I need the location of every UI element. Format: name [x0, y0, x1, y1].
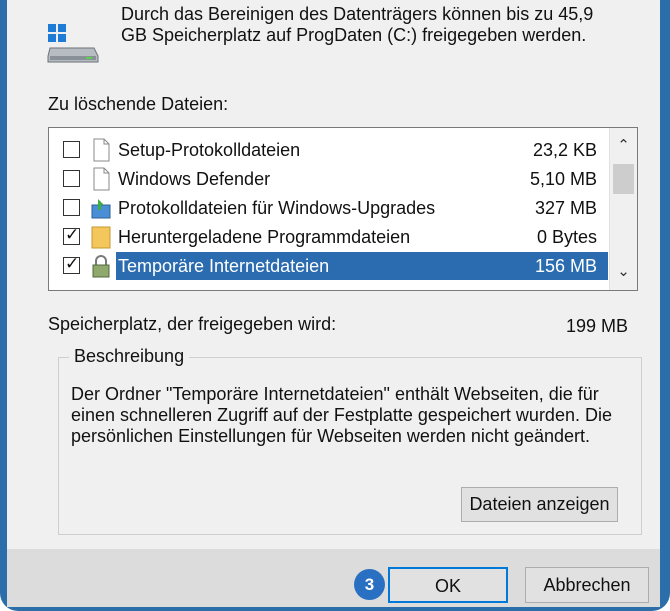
list-item[interactable]: ✓ Heruntergeladene Programmdateien 0 Byt…	[49, 223, 611, 252]
file-name: Windows Defender	[118, 169, 271, 189]
checkbox[interactable]: ✓	[63, 254, 80, 274]
ok-button[interactable]: OK	[388, 567, 508, 603]
upgrade-log-icon	[91, 199, 111, 219]
checkbox[interactable]	[63, 141, 80, 158]
folder-icon	[91, 226, 111, 249]
list-scrollbar[interactable]: ⌃ ⌄	[609, 128, 637, 290]
list-item[interactable]: Setup-Protokolldateien 23,2 KB	[49, 136, 611, 165]
document-icon	[93, 138, 110, 162]
lock-icon	[92, 255, 110, 278]
cancel-button[interactable]: Abbrechen	[525, 567, 649, 603]
file-size: 327 MB	[534, 198, 597, 218]
freed-space-value: 199 MB	[565, 316, 628, 336]
file-name: Temporäre Internetdateien	[118, 256, 330, 276]
step-callout-badge: 3	[354, 569, 385, 600]
checkbox[interactable]	[63, 170, 80, 187]
check-icon: ✓	[65, 254, 80, 273]
file-size: 5,10 MB	[529, 169, 597, 189]
freed-space-label: Speicherplatz, der freigegeben wird:	[48, 314, 337, 334]
file-name: Setup-Protokolldateien	[118, 140, 301, 160]
check-icon: ✓	[65, 225, 80, 244]
list-item-selected[interactable]: ✓ Temporäre Internetdateien 156 MB	[49, 252, 611, 281]
file-size: 156 MB	[534, 256, 597, 276]
checkbox[interactable]	[63, 199, 80, 216]
file-name: Protokolldateien für Windows-Upgrades	[118, 198, 436, 218]
list-item[interactable]: Windows Defender 5,10 MB	[49, 165, 611, 194]
dialog-content: Durch das Bereinigen des Datenträgers kö…	[22, 0, 652, 549]
drive-icon	[47, 24, 99, 63]
document-icon	[93, 167, 110, 191]
scroll-down-icon[interactable]: ⌄	[610, 260, 637, 284]
list-item[interactable]: Protokolldateien für Windows-Upgrades 32…	[49, 194, 611, 223]
scroll-up-icon[interactable]: ⌃	[610, 134, 637, 158]
files-list-label: Zu löschende Dateien:	[48, 94, 229, 114]
file-name: Heruntergeladene Programmdateien	[118, 227, 411, 247]
description-legend: Beschreibung	[69, 346, 190, 367]
file-size: 0 Bytes	[536, 227, 597, 247]
files-listbox[interactable]: Setup-Protokolldateien 23,2 KB Windows D…	[48, 127, 638, 291]
show-files-button[interactable]: Dateien anzeigen	[461, 487, 618, 522]
header-text: Durch das Bereinigen des Datenträgers kö…	[121, 4, 594, 45]
description-text: Der Ordner "Temporäre Internetdateien" e…	[71, 384, 612, 446]
checkbox[interactable]: ✓	[63, 225, 80, 245]
file-size: 23,2 KB	[532, 140, 597, 160]
scroll-thumb[interactable]	[613, 164, 634, 194]
